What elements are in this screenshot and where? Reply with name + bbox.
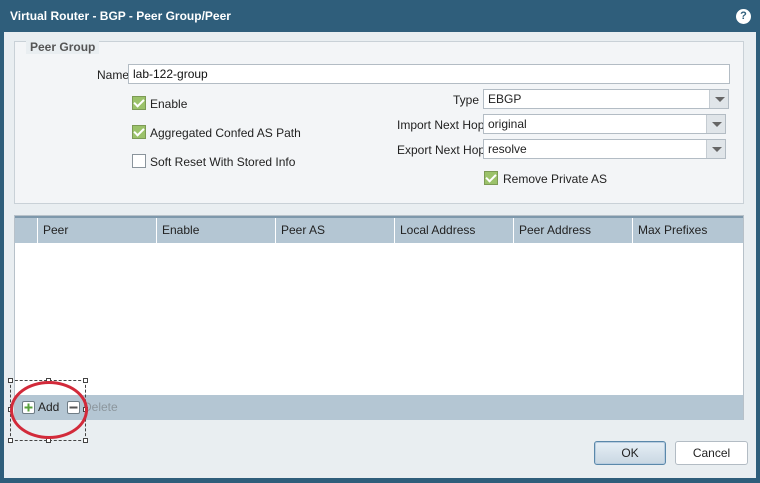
help-icon[interactable]: ?	[736, 9, 751, 24]
column-local-address[interactable]: Local Address	[394, 218, 513, 243]
soft-reset-label: Soft Reset With Stored Info	[150, 155, 296, 169]
resize-handle	[8, 438, 13, 443]
export-next-hop-label: Export Next Hop	[397, 143, 486, 157]
grid-footer: Add Delete	[15, 395, 743, 420]
grid-header: Peer Enable Peer AS Local Address Peer A…	[15, 216, 743, 243]
remove-private-as-checkbox[interactable]	[484, 171, 498, 185]
export-next-hop-select[interactable]: resolve	[483, 139, 726, 159]
column-peer-as[interactable]: Peer AS	[275, 218, 394, 243]
aggregated-confed-checkbox[interactable]	[132, 125, 146, 139]
resize-handle	[8, 378, 13, 383]
column-max-prefixes[interactable]: Max Prefixes	[632, 218, 743, 243]
column-enable[interactable]: Enable	[156, 218, 275, 243]
grid-body	[15, 243, 743, 395]
cancel-button[interactable]: Cancel	[675, 441, 748, 465]
chevron-down-icon[interactable]	[706, 115, 725, 133]
enable-checkbox[interactable]	[132, 96, 146, 110]
aggregated-confed-label: Aggregated Confed AS Path	[150, 126, 301, 140]
remove-private-as-label: Remove Private AS	[503, 172, 608, 186]
export-next-hop-value: resolve	[488, 142, 527, 156]
import-next-hop-value: original	[488, 117, 527, 131]
name-label: Name	[97, 68, 130, 82]
resize-handle	[83, 438, 88, 443]
soft-reset-checkbox[interactable]	[132, 154, 146, 168]
peer-grid: Peer Enable Peer AS Local Address Peer A…	[14, 215, 744, 420]
dialog-title: Virtual Router - BGP - Peer Group/Peer	[10, 9, 231, 23]
import-next-hop-label: Import Next Hop	[397, 118, 485, 132]
resize-handle	[83, 378, 88, 383]
column-select[interactable]	[15, 218, 37, 243]
import-next-hop-select[interactable]: original	[483, 114, 726, 134]
name-field[interactable]: lab-122-group	[128, 64, 730, 84]
chevron-down-icon[interactable]	[709, 90, 728, 108]
delete-label: Delete	[83, 400, 118, 414]
column-peer[interactable]: Peer	[37, 218, 156, 243]
enable-label: Enable	[150, 97, 188, 111]
peer-group-legend: Peer Group	[26, 40, 100, 54]
column-peer-address[interactable]: Peer Address	[513, 218, 632, 243]
bgp-peer-group-dialog: Virtual Router - BGP - Peer Group/Peer ?…	[0, 0, 760, 483]
type-label: Type	[453, 93, 480, 107]
highlight-circle	[10, 381, 88, 439]
ok-button[interactable]: OK	[594, 441, 666, 465]
chevron-down-icon[interactable]	[706, 140, 725, 158]
type-value: EBGP	[488, 92, 522, 106]
type-select[interactable]: EBGP	[483, 89, 729, 109]
dialog-content: Peer Group Name lab-122-group Enable Agg…	[4, 32, 756, 478]
